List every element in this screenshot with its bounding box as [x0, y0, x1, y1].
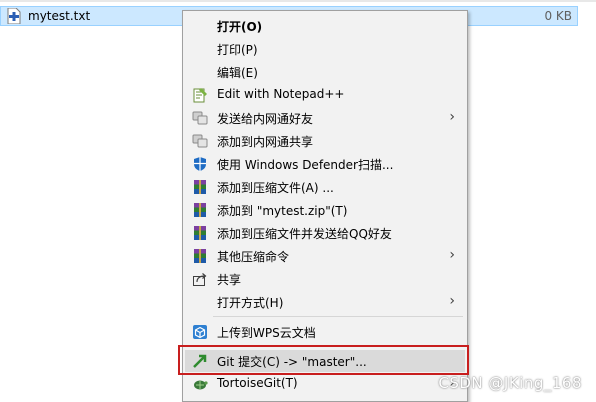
list-header-edge [0, 0, 596, 2]
menu-item-edit[interactable]: 编辑(E) [185, 61, 465, 83]
menu-item-label: 发送给内网通好友 [217, 112, 314, 126]
menu-item-label: 添加到内网通共享 [217, 135, 314, 149]
menu-item-add-lan-share[interactable]: 添加到内网通共享 [185, 130, 465, 152]
menu-item-upload-wps[interactable]: 上传到WPS云文档 [185, 321, 465, 343]
menu-item-other-compress[interactable]: 其他压缩命令 › [185, 245, 465, 267]
menu-separator [213, 316, 463, 317]
highlight-box [178, 345, 469, 375]
winrar-icon [192, 179, 208, 195]
menu-item-label: 其他压缩命令 [217, 250, 290, 264]
menu-item-label: 打印(P) [217, 43, 258, 57]
defender-shield-icon [192, 156, 208, 172]
menu-item-send-lan-friend[interactable]: 发送给内网通好友 › [185, 107, 465, 129]
menu-item-label: 添加到压缩文件并发送给QQ好友 [217, 227, 392, 241]
tortoisegit-icon [192, 376, 208, 392]
menu-item-label: 共享 [217, 273, 242, 287]
menu-item-edit-notepadpp[interactable]: Edit with Notepad++ [185, 84, 465, 106]
menu-item-share[interactable]: 共享 [185, 268, 465, 290]
menu-item-tortoisegit[interactable]: TortoiseGit(T) › [185, 373, 465, 395]
lan-share-icon [192, 110, 208, 126]
menu-item-defender-scan[interactable]: 使用 Windows Defender扫描... [185, 153, 465, 175]
menu-item-add-to-zip[interactable]: 添加到 "mytest.zip"(T) [185, 199, 465, 221]
file-name: mytest.txt [28, 9, 91, 23]
text-file-icon [7, 7, 21, 25]
menu-item-add-archive[interactable]: 添加到压缩文件(A) ... [185, 176, 465, 198]
notepad-plus-plus-icon [192, 87, 208, 103]
winrar-icon [192, 248, 208, 264]
menu-item-open[interactable]: 打开(O) [185, 15, 465, 37]
share-icon [192, 271, 208, 287]
menu-item-label: Edit with Notepad++ [217, 87, 345, 101]
menu-item-label: 添加到 "mytest.zip"(T) [217, 204, 348, 218]
chevron-right-icon: › [449, 293, 455, 309]
menu-item-label: TortoiseGit(T) [217, 376, 298, 390]
menu-item-label: 使用 Windows Defender扫描... [217, 158, 394, 172]
winrar-icon [192, 202, 208, 218]
context-menu: 打开(O) 打印(P) 编辑(E) Edit with Notepad++ 发送… [182, 10, 468, 402]
menu-item-label: 添加到压缩文件(A) ... [217, 181, 334, 195]
menu-item-print[interactable]: 打印(P) [185, 38, 465, 60]
watermark: CSDN @JKing_168 [438, 374, 582, 392]
menu-item-label: 打开方式(H) [217, 296, 284, 310]
winrar-icon [192, 225, 208, 241]
menu-item-label: 打开(O) [217, 20, 263, 34]
wps-cloud-icon [192, 324, 208, 340]
file-size: 0 KB [544, 9, 572, 23]
chevron-right-icon: › [449, 247, 455, 263]
menu-item-label: 编辑(E) [217, 66, 258, 80]
menu-item-label: 上传到WPS云文档 [217, 326, 316, 340]
chevron-right-icon: › [449, 109, 455, 125]
menu-item-archive-send-qq[interactable]: 添加到压缩文件并发送给QQ好友 [185, 222, 465, 244]
lan-share-icon [192, 133, 208, 149]
menu-item-open-with[interactable]: 打开方式(H) › [185, 291, 465, 313]
